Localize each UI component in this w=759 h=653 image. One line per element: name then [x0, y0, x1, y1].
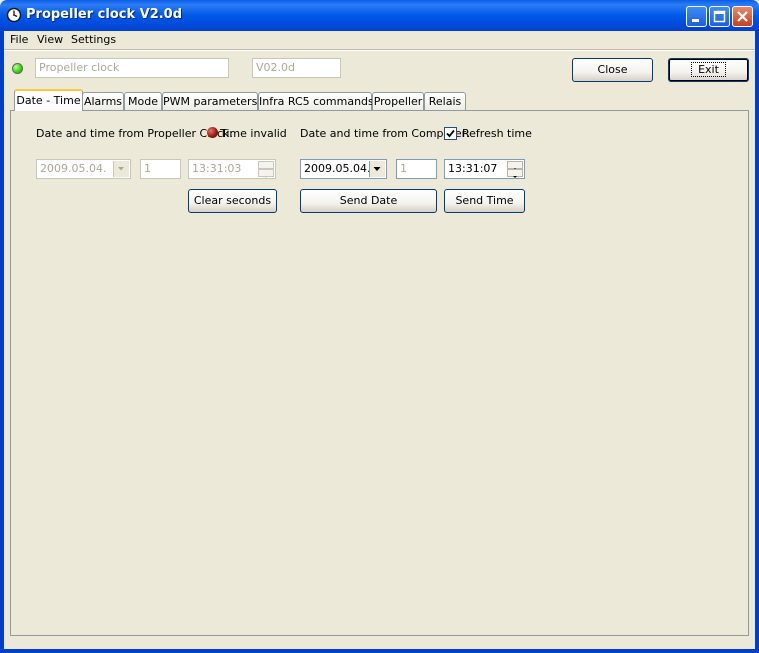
computer-time-spinner[interactable]	[507, 161, 523, 178]
clear-seconds-label: Clear seconds	[193, 194, 272, 207]
window-frame-bottom	[0, 649, 759, 653]
title-bar[interactable]: Propeller clock V2.0d	[0, 0, 759, 31]
chevron-down-icon	[118, 167, 124, 171]
checkmark-icon	[446, 129, 455, 138]
tab-propeller[interactable]: Propeller	[372, 92, 424, 111]
exit-button-label: Exit	[691, 62, 726, 77]
spin-up-icon[interactable]	[507, 161, 523, 170]
app-window: Propeller clock V2.0d File View Settings…	[0, 0, 759, 653]
menu-view[interactable]: View	[37, 33, 63, 46]
time-status-text: Time invalid	[220, 127, 287, 140]
tab-relais[interactable]: Relais	[424, 92, 466, 111]
computer-date-value: 2009.05.04.	[304, 162, 371, 175]
clock-time-spinner	[258, 161, 274, 178]
device-name-field: Propeller clock	[35, 58, 229, 78]
exit-button[interactable]: Exit	[668, 58, 749, 82]
close-button-label: Close	[597, 63, 628, 76]
minimize-button[interactable]	[686, 6, 707, 27]
clock-icon	[6, 7, 22, 23]
window-title: Propeller clock V2.0d	[26, 7, 183, 22]
send-time-button[interactable]: Send Time	[444, 189, 525, 213]
send-date-button[interactable]: Send Date	[300, 189, 437, 213]
window-frame-left	[0, 31, 4, 653]
clock-time-field: 13:31:03	[188, 159, 276, 179]
tab-alarms[interactable]: Alarms	[82, 92, 124, 111]
close-icon	[737, 11, 748, 22]
tab-infra-rc5-commands[interactable]: Infra RC5 commands	[258, 92, 374, 111]
spin-down-icon[interactable]	[507, 169, 523, 178]
clock-day-field: 1	[140, 159, 181, 179]
clock-date-picker: 2009.05.04.	[36, 159, 131, 179]
minimize-icon	[692, 19, 699, 22]
send-time-label: Send Time	[455, 194, 514, 207]
close-button[interactable]: Close	[572, 58, 653, 82]
computer-day-field: 1	[396, 159, 437, 179]
window-frame-right	[755, 31, 759, 653]
chevron-down-icon	[373, 167, 381, 171]
computer-time-field[interactable]: 13:31:07	[444, 159, 525, 179]
clear-seconds-button[interactable]: Clear seconds	[188, 189, 277, 213]
menu-bar: File View Settings	[4, 31, 755, 49]
version-field: V02.0d	[252, 58, 341, 78]
clock-date-dropdown-button	[113, 161, 129, 177]
clock-datetime-label: Date and time from Propeller Clock:	[36, 127, 234, 140]
maximize-icon	[713, 10, 726, 23]
tab-mode[interactable]: Mode	[124, 92, 162, 111]
menu-settings[interactable]: Settings	[71, 33, 116, 46]
spin-down-icon	[258, 169, 274, 178]
spin-up-icon	[258, 161, 274, 170]
maximize-button[interactable]	[709, 6, 730, 27]
menu-separator	[4, 49, 755, 51]
tab-pwm-parameters[interactable]: PWM parameters	[162, 92, 258, 111]
clock-time-value: 13:31:03	[192, 162, 242, 175]
computer-date-dropdown-button[interactable]	[369, 161, 385, 177]
refresh-time-label: Refresh time	[462, 127, 532, 140]
refresh-time-checkbox[interactable]	[444, 127, 457, 140]
menu-file[interactable]: File	[10, 33, 28, 46]
computer-date-picker[interactable]: 2009.05.04.	[300, 159, 387, 179]
clock-date-value: 2009.05.04.	[40, 162, 107, 175]
computer-time-value: 13:31:07	[448, 162, 498, 175]
close-window-button[interactable]	[732, 6, 753, 27]
connection-status-led	[12, 63, 23, 74]
send-date-label: Send Date	[339, 194, 398, 207]
time-status-led	[207, 127, 218, 138]
tab-date-time[interactable]: Date - Time	[14, 89, 83, 111]
